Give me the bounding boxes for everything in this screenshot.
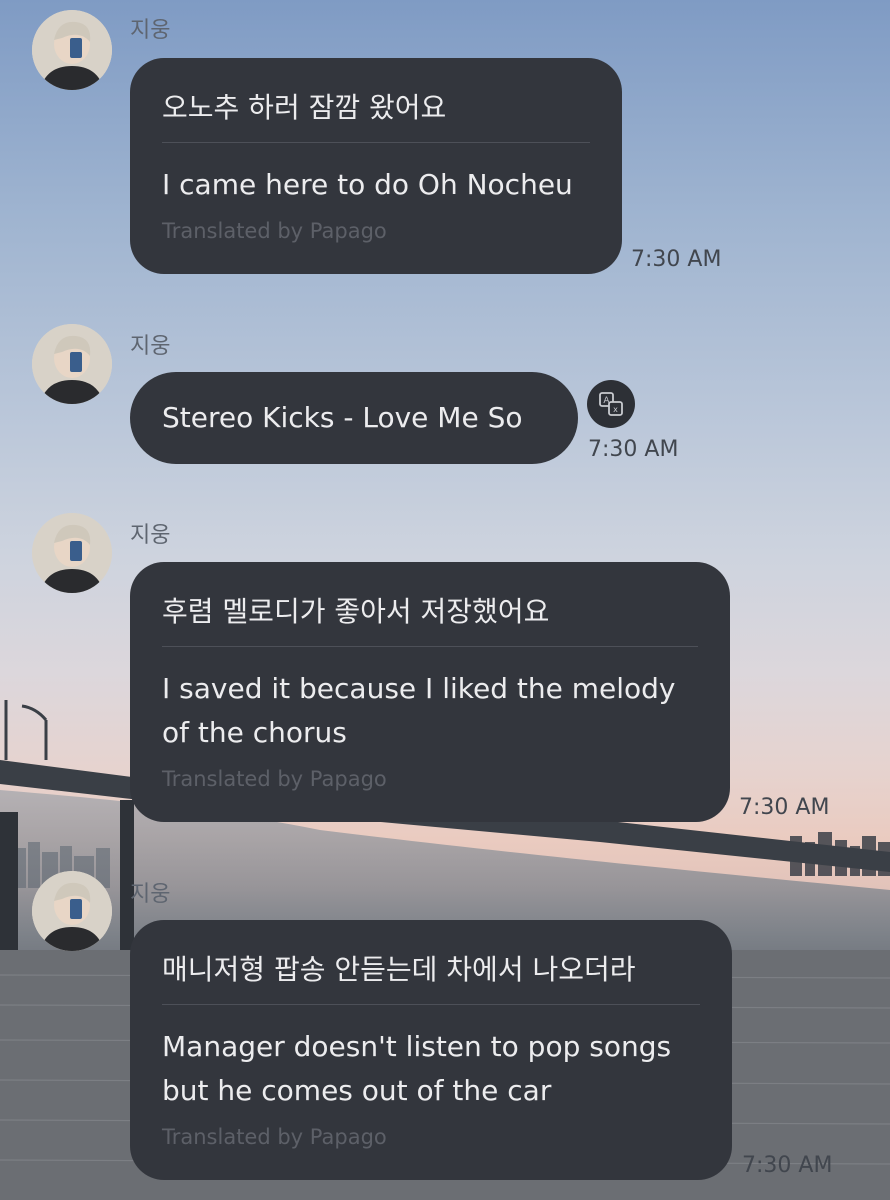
avatar-photo-icon — [32, 10, 112, 90]
message-time: 7:30 AM — [739, 795, 830, 820]
message-bubble[interactable]: Stereo Kicks - Love Me So — [130, 372, 578, 464]
sender-name: 지웅 — [130, 334, 171, 359]
message-text: Stereo Kicks - Love Me So — [162, 401, 523, 434]
translation-credit: Translated by Papago — [162, 219, 387, 243]
avatar-photo-icon — [32, 871, 112, 951]
translate-icon: A x — [599, 392, 623, 416]
message-time: 7:30 AM — [631, 247, 722, 272]
sender-name: 지웅 — [130, 18, 171, 43]
original-text: 후렴 멜로디가 좋아서 저장했어요 — [162, 562, 698, 647]
avatar[interactable] — [32, 324, 112, 404]
message-time: 7:30 AM — [588, 437, 679, 462]
message-bubble[interactable]: 매니저형 팝송 안듣는데 차에서 나오더라 Manager doesn't li… — [130, 920, 732, 1180]
message-bubble[interactable]: 후렴 멜로디가 좋아서 저장했어요 I saved it because I l… — [130, 562, 730, 822]
avatar[interactable] — [32, 10, 112, 90]
avatar[interactable] — [32, 871, 112, 951]
sender-name: 지웅 — [130, 882, 171, 907]
translated-text: I saved it because I liked the melody of… — [162, 672, 676, 749]
svg-text:A: A — [603, 396, 610, 406]
translation-credit: Translated by Papago — [162, 1125, 387, 1149]
original-text: 매니저형 팝송 안듣는데 차에서 나오더라 — [162, 920, 700, 1005]
translated-text: I came here to do Oh Nocheu — [162, 168, 573, 201]
sender-name: 지웅 — [130, 523, 171, 548]
svg-text:x: x — [613, 405, 618, 414]
original-text: 오노추 하러 잠깜 왔어요 — [162, 58, 590, 143]
avatar-photo-icon — [32, 324, 112, 404]
translate-button[interactable]: A x — [587, 380, 635, 428]
message-bubble[interactable]: 오노추 하러 잠깜 왔어요 I came here to do Oh Noche… — [130, 58, 622, 274]
message-time: 7:30 AM — [742, 1153, 833, 1178]
avatar-photo-icon — [32, 513, 112, 593]
translation-credit: Translated by Papago — [162, 767, 387, 791]
avatar[interactable] — [32, 513, 112, 593]
translated-text: Manager doesn't listen to pop songs but … — [162, 1030, 672, 1107]
